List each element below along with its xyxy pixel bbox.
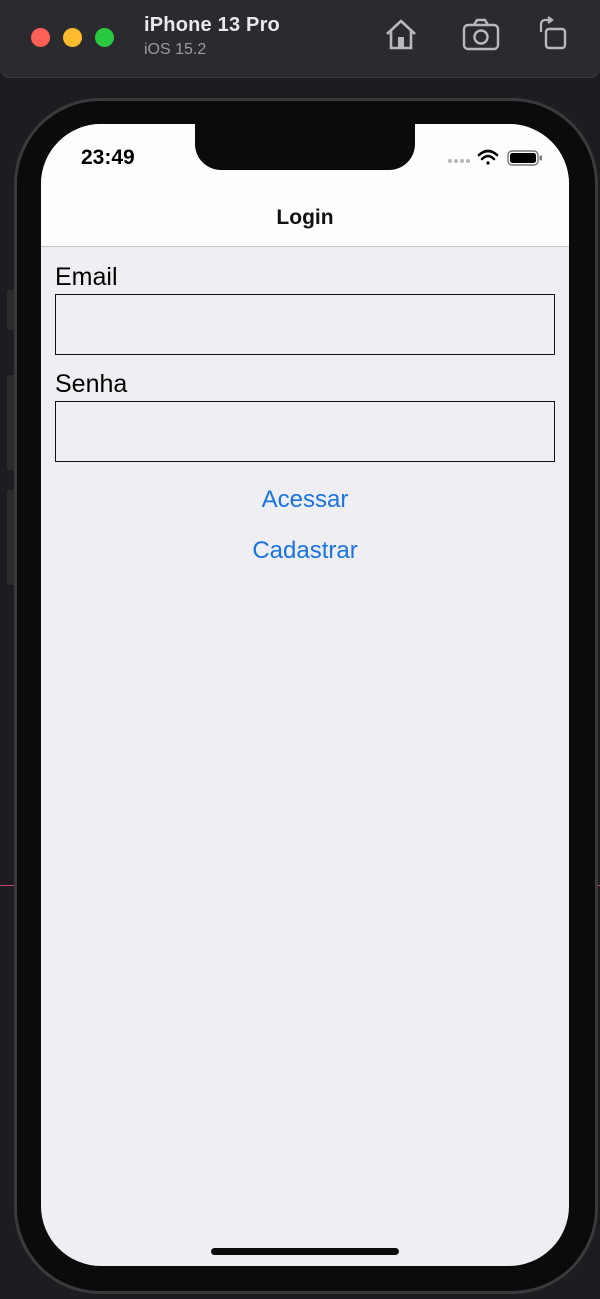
status-icons <box>447 148 543 168</box>
device-name: iPhone 13 Pro <box>144 14 280 36</box>
home-icon <box>386 19 416 50</box>
screenshot-icon <box>462 18 500 51</box>
rotate-icon <box>539 16 567 50</box>
volume-down-button <box>7 490 14 585</box>
rotate-button[interactable] <box>535 16 571 52</box>
screenshot-button[interactable] <box>462 16 500 52</box>
app-screen: 23:49 Login Email Senha Acessar Cadastra… <box>41 124 569 1266</box>
close-window-button[interactable] <box>31 28 50 47</box>
register-button[interactable]: Cadastrar <box>41 537 569 565</box>
home-indicator[interactable] <box>211 1248 399 1255</box>
status-time: 23:49 <box>81 146 135 169</box>
wifi-icon <box>477 149 499 165</box>
minimize-window-button[interactable] <box>63 28 82 47</box>
home-button[interactable] <box>383 16 419 52</box>
cellular-signal-icon <box>448 159 470 163</box>
login-button[interactable]: Acessar <box>41 486 569 514</box>
page-title: Login <box>276 206 334 229</box>
email-label: Email <box>55 263 118 291</box>
silent-switch <box>7 290 14 330</box>
os-version: iOS 15.2 <box>144 41 207 58</box>
volume-up-button <box>7 375 14 470</box>
password-field[interactable] <box>55 401 555 462</box>
camera-notch <box>195 124 415 170</box>
simulator-toolbar: iPhone 13 Pro iOS 15.2 <box>0 0 600 78</box>
zoom-window-button[interactable] <box>95 28 114 47</box>
password-label: Senha <box>55 370 128 398</box>
guide-line-left <box>0 885 14 886</box>
battery-icon <box>507 150 542 166</box>
email-field[interactable] <box>55 294 555 355</box>
